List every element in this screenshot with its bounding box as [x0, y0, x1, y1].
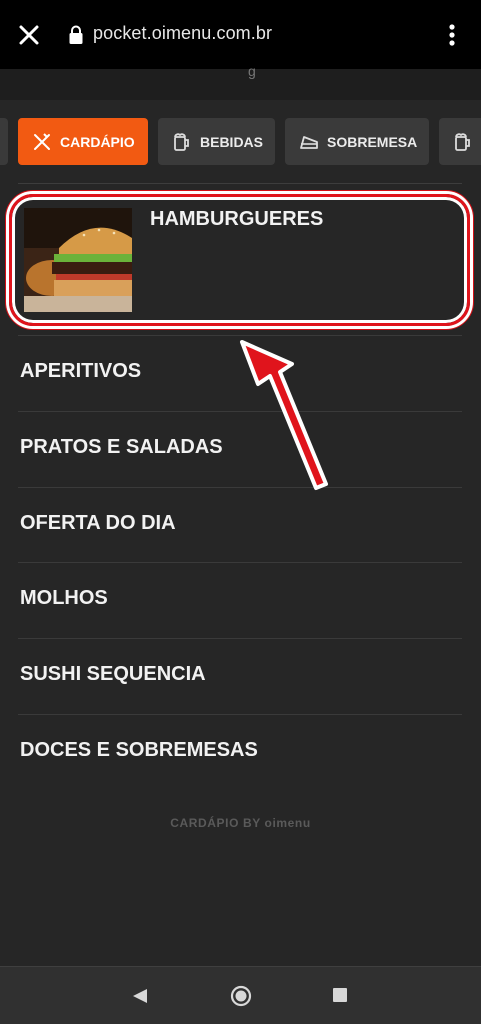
category-sushi-sequencia[interactable]: SUSHI SEQUENCIA: [18, 638, 462, 714]
header-fragment: g: [248, 63, 256, 79]
tab-cardapio[interactable]: CARDÁPIO: [18, 118, 148, 165]
tab-label: CARDÁPIO: [60, 133, 135, 150]
tab-partial-right[interactable]: [439, 118, 481, 165]
category-molhos[interactable]: MOLHOS: [18, 562, 462, 638]
category-label: OFERTA DO DIA: [20, 512, 176, 534]
tab-label: SOBREMESA: [327, 133, 418, 150]
category-doces-e-sobremesas[interactable]: DOCES E SOBREMESAS: [18, 714, 462, 790]
category-tabs: CARDÁPIO BEBIDAS SOBREMESA: [0, 118, 481, 166]
category-label: SUSHI SEQUENCIA: [20, 663, 206, 685]
category-label: MOLHOS: [20, 587, 108, 609]
category-label: APERITIVOS: [20, 360, 142, 382]
beer-mug-icon: [455, 132, 470, 151]
browser-toolbar: pocket.oimenu.com.br: [0, 0, 481, 69]
cake-slice-icon: [300, 135, 318, 149]
back-icon[interactable]: [131, 987, 149, 1005]
page-header-strip: g: [0, 63, 481, 100]
android-nav-bar: [0, 966, 481, 1024]
category-label: PRATOS E SALADAS: [20, 436, 223, 458]
utensils-icon: [34, 132, 50, 150]
category-label: DOCES E SOBREMESAS: [20, 739, 258, 761]
tab-label: BEBIDAS: [200, 133, 264, 150]
annotation-arrow: [240, 340, 328, 490]
beer-mug-icon: [174, 132, 189, 151]
divider: [18, 183, 462, 184]
tab-bebidas[interactable]: BEBIDAS: [158, 118, 275, 165]
lock-icon: [69, 25, 83, 44]
more-vert-icon[interactable]: [442, 22, 462, 48]
annotation-highlight: [9, 194, 470, 326]
home-icon[interactable]: [230, 985, 252, 1007]
footer-brand: CARDÁPIO BY oimenu: [170, 816, 311, 830]
category-oferta-do-dia[interactable]: OFERTA DO DIA: [18, 487, 462, 563]
recent-apps-icon[interactable]: [333, 988, 347, 1002]
close-icon[interactable]: [16, 22, 42, 48]
tab-partial-left[interactable]: [0, 118, 8, 165]
tab-sobremesa[interactable]: SOBREMESA: [285, 118, 429, 165]
url-text[interactable]: pocket.oimenu.com.br: [93, 23, 272, 44]
